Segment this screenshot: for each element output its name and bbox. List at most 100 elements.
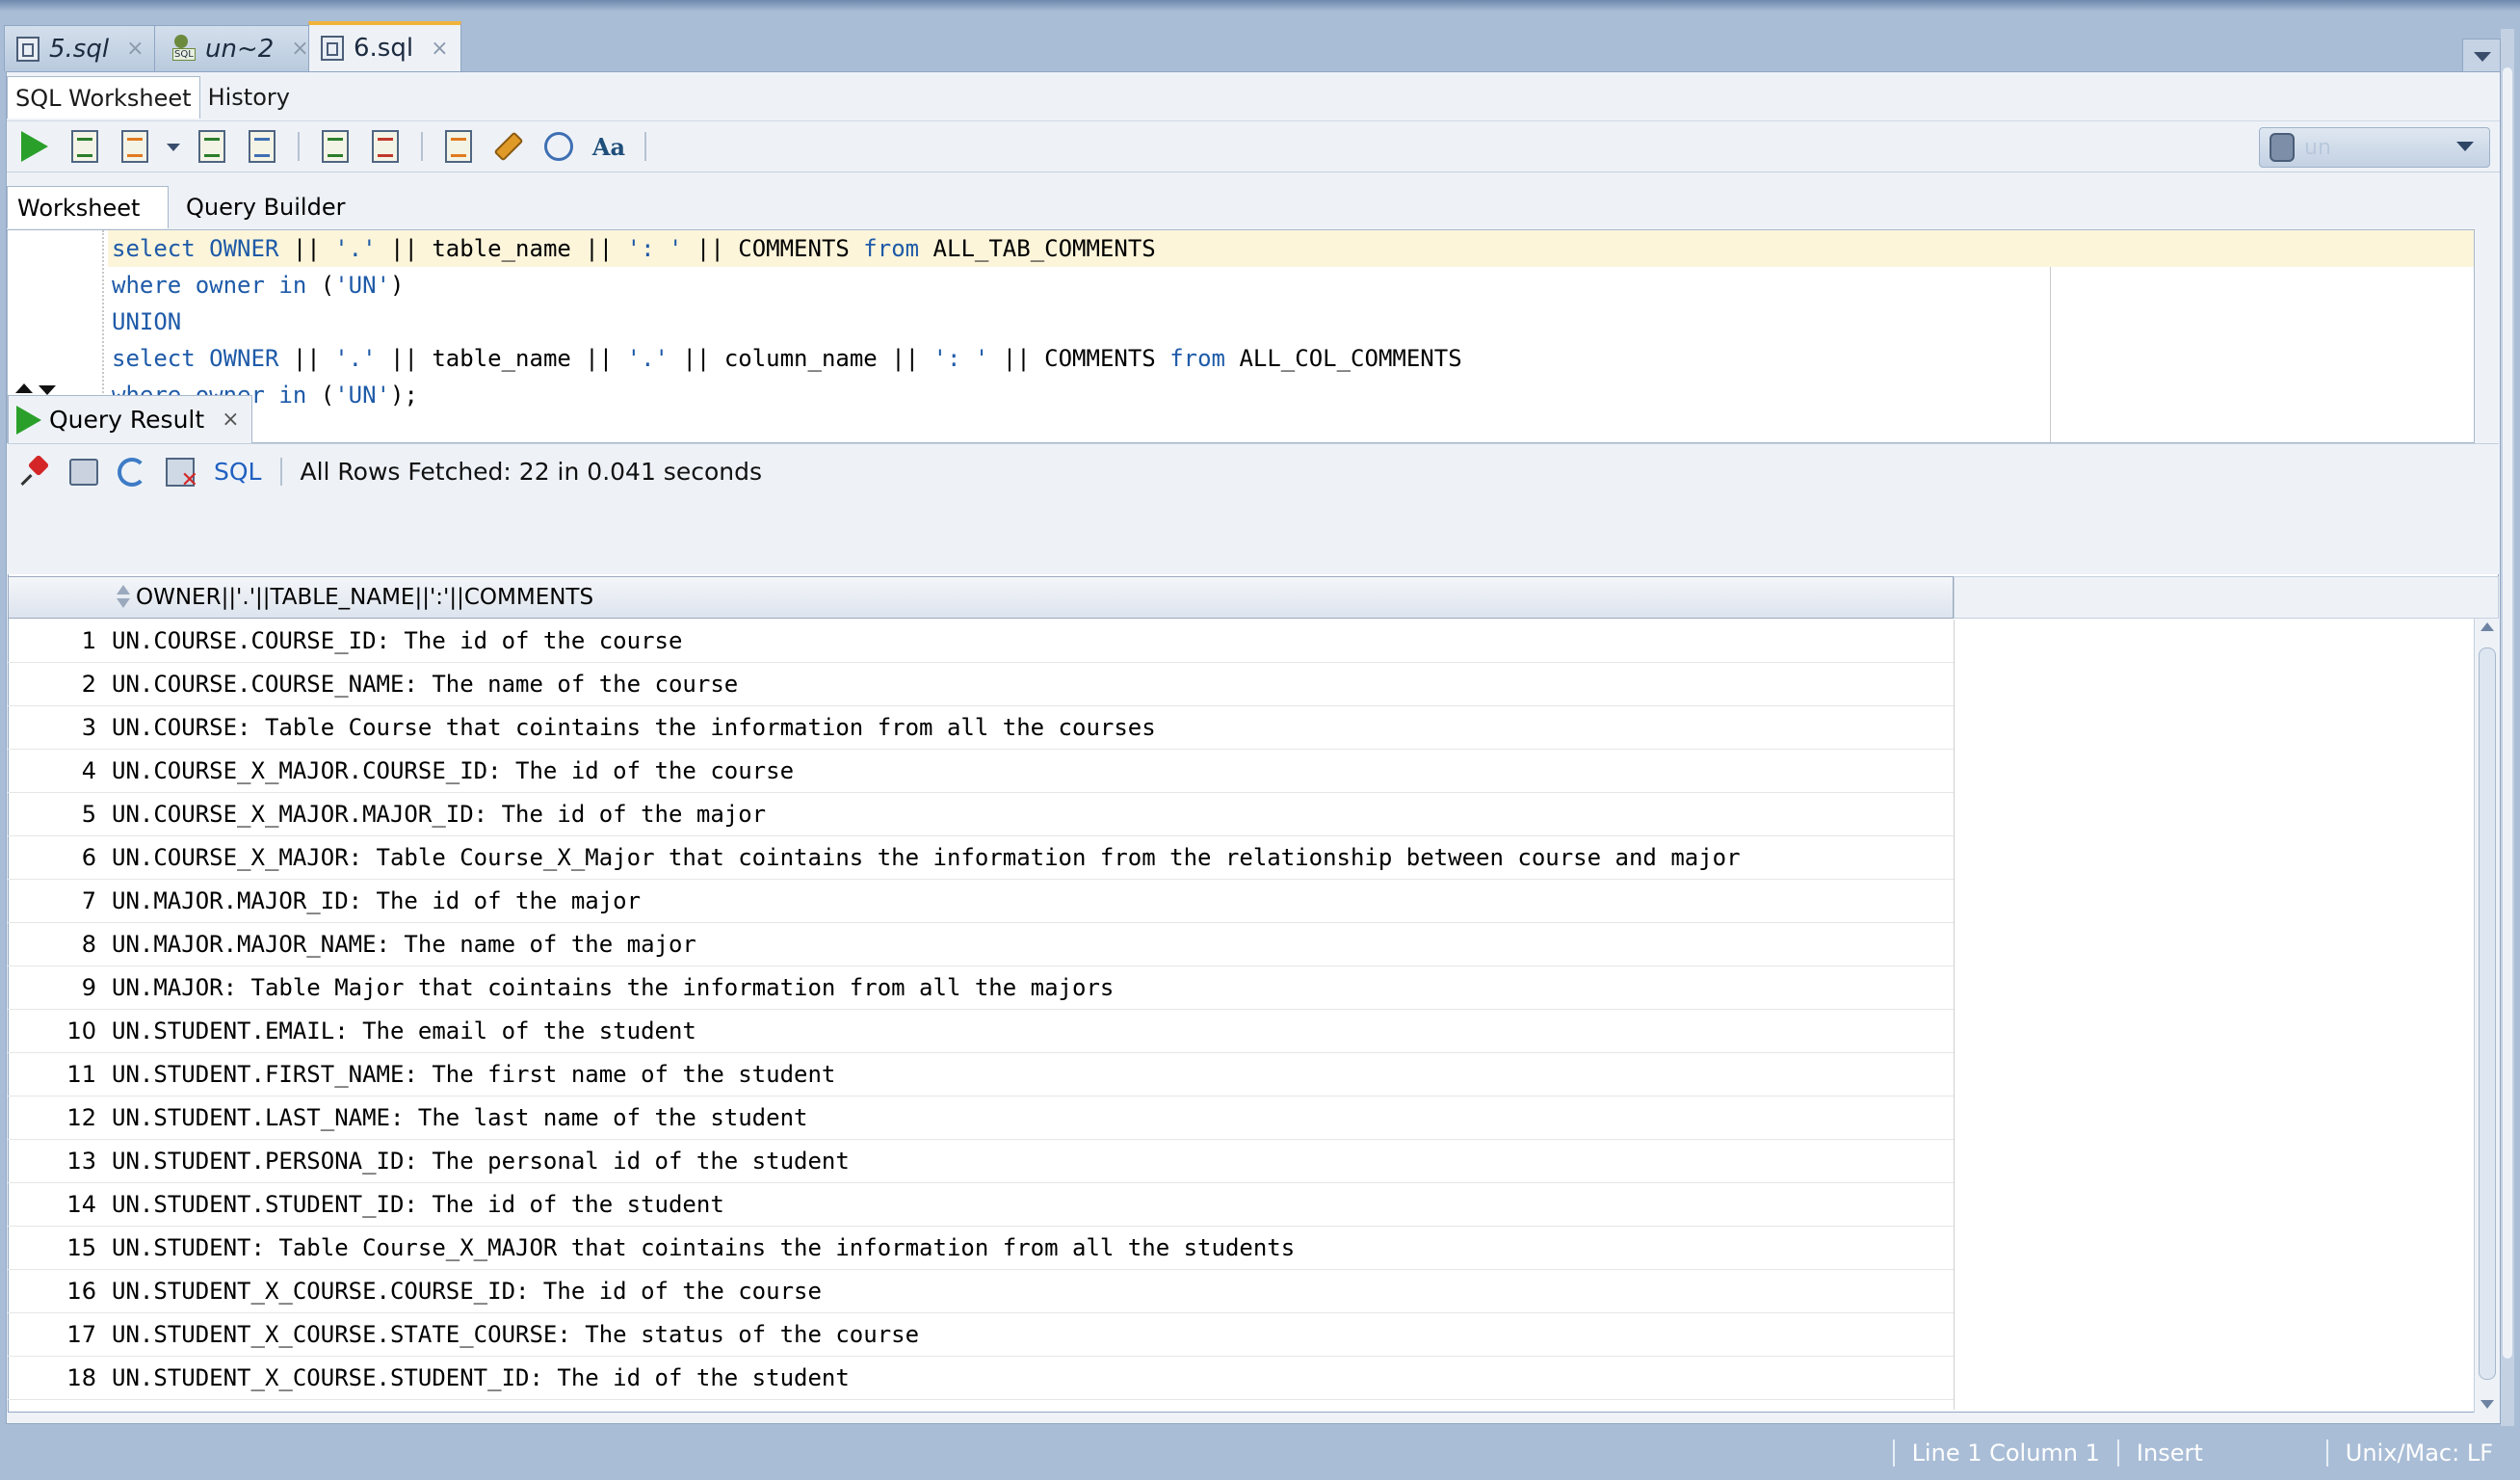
code-line[interactable]: UNION	[108, 304, 2474, 340]
run-script-icon[interactable]	[66, 128, 103, 165]
row-number: 17	[66, 1321, 96, 1348]
table-row[interactable]: 15 UN.STUDENT: Table Course_X_MAJOR that …	[8, 1227, 1954, 1270]
scroll-thumb[interactable]	[2503, 67, 2512, 1359]
table-cell[interactable]: UN.COURSE.COURSE_NAME: The name of the c…	[102, 671, 738, 698]
table-cell[interactable]: UN.COURSE_X_MAJOR.COURSE_ID: The id of t…	[102, 757, 794, 784]
scroll-up-icon[interactable]	[2481, 622, 2494, 631]
connection-selector[interactable]: un	[2259, 127, 2490, 168]
rollback-icon[interactable]	[367, 128, 404, 165]
refresh-icon[interactable]	[118, 457, 146, 487]
tab-sql-worksheet[interactable]: SQL Worksheet	[7, 76, 200, 119]
table-row[interactable]: 14 UN.STUDENT.STUDENT_ID: The id of the s…	[8, 1183, 1954, 1227]
column-header[interactable]: OWNER||'.'||TABLE_NAME||':'||COMMENTS	[8, 576, 1954, 619]
table-cell[interactable]: UN.COURSE.COURSE_ID: The id of the cours…	[102, 627, 682, 654]
code-token: ALL_COL_COMMENTS	[1225, 345, 1462, 372]
row-number: 11	[66, 1061, 96, 1088]
table-row[interactable]: 18 UN.STUDENT_X_COURSE.STUDENT_ID: The id…	[8, 1357, 1954, 1400]
doc-tab-un-2[interactable]: un~2 ×	[154, 25, 322, 71]
window-top-band	[0, 0, 2520, 12]
table-cell[interactable]: UN.STUDENT.LAST_NAME: The last name of t…	[102, 1104, 807, 1131]
table-row[interactable]: 5 UN.COURSE_X_MAJOR.MAJOR_ID: The id of t…	[8, 793, 1954, 836]
grid-vertical-scrollbar[interactable]	[2474, 619, 2499, 1413]
table-row[interactable]: 6 UN.COURSE_X_MAJOR: Table Course_X_Major…	[8, 836, 1954, 880]
table-cell[interactable]: UN.COURSE: Table Course that cointains t…	[102, 714, 1156, 741]
table-row[interactable]: 8 UN.MAJOR.MAJOR_NAME: The name of the ma…	[8, 923, 1954, 966]
table-row[interactable]: 9 UN.MAJOR: Table Major that cointains th…	[8, 966, 1954, 1010]
table-row[interactable]: 16 UN.STUDENT_X_COURSE.COURSE_ID: The id …	[8, 1270, 1954, 1313]
table-cell[interactable]: UN.MAJOR.MAJOR_NAME: The name of the maj…	[102, 931, 696, 958]
status-bar: Line 1 Column 1 Insert Unix/Mac: LF	[0, 1426, 2520, 1480]
table-cell[interactable]: UN.STUDENT.EMAIL: The email of the stude…	[102, 1018, 696, 1044]
table-row[interactable]: 7 UN.MAJOR.MAJOR_ID: The id of the major	[8, 880, 1954, 923]
tab-query-result[interactable]: Query Result ×	[8, 395, 252, 443]
collapse-down-icon[interactable]	[39, 385, 56, 395]
connection-value: un	[2304, 135, 2331, 160]
table-row[interactable]: 3 UN.COURSE: Table Course that cointains …	[8, 706, 1954, 750]
pane-splitter[interactable]	[6, 382, 2499, 395]
pin-icon[interactable]	[21, 458, 50, 487]
print-icon[interactable]	[69, 458, 98, 486]
table-row[interactable]: 12 UN.STUDENT.LAST_NAME: The last name of…	[8, 1097, 1954, 1140]
table-cell[interactable]: UN.MAJOR: Table Major that cointains the…	[102, 974, 1114, 1001]
scroll-down-icon[interactable]	[2481, 1400, 2494, 1409]
code-line[interactable]: where owner in ('UN')	[108, 267, 2474, 304]
close-icon[interactable]: ×	[222, 408, 239, 432]
chevron-down-icon[interactable]	[167, 143, 180, 158]
table-cell[interactable]: UN.STUDENT_X_COURSE.STATE_COURSE: The st…	[102, 1321, 919, 1348]
explain-plan-icon[interactable]	[194, 128, 230, 165]
tab-history[interactable]: History	[200, 76, 298, 119]
table-row[interactable]: 10 UN.STUDENT.EMAIL: The email of the stu…	[8, 1010, 1954, 1053]
collapse-up-icon[interactable]	[15, 383, 33, 393]
table-row[interactable]: 4 UN.COURSE_X_MAJOR.COURSE_ID: The id of …	[8, 750, 1954, 793]
code-token: '.'	[626, 345, 669, 372]
window-scrollbar[interactable]	[2501, 29, 2514, 1426]
sql-tuning-icon[interactable]	[244, 128, 280, 165]
table-row[interactable]: 1 UN.COURSE.COURSE_ID: The id of the cour…	[8, 620, 1954, 663]
table-cell[interactable]: UN.COURSE_X_MAJOR.MAJOR_ID: The id of th…	[102, 801, 766, 828]
close-icon[interactable]: ×	[431, 37, 448, 61]
code-line[interactable]: select OWNER || '.' || table_name || ': …	[108, 230, 2474, 267]
table-row[interactable]: 13 UN.STUDENT.PERSONA_ID: The personal id…	[8, 1140, 1954, 1183]
code-token: || column_name ||	[669, 345, 933, 372]
table-cell[interactable]: UN.STUDENT_X_COURSE.COURSE_ID: The id of…	[102, 1278, 822, 1305]
table-cell[interactable]: UN.STUDENT_X_COURSE.STUDENT_ID: The id o…	[102, 1364, 850, 1391]
sql-editor[interactable]: select OWNER || '.' || table_name || ': …	[7, 229, 2475, 443]
clear-icon[interactable]	[490, 128, 527, 165]
tab-worksheet[interactable]: Worksheet	[7, 186, 169, 228]
sql-link[interactable]: SQL	[214, 458, 261, 486]
table-row[interactable]: 2 UN.COURSE.COURSE_NAME: The name of the …	[8, 663, 1954, 706]
table-cell[interactable]: UN.STUDENT.STUDENT_ID: The id of the stu…	[102, 1191, 724, 1218]
tab-list-dropdown[interactable]	[2462, 39, 2501, 73]
table-cell[interactable]: UN.COURSE_X_MAJOR: Table Course_X_Major …	[102, 844, 1741, 871]
run-statement-icon[interactable]	[16, 128, 53, 165]
toolbar-separator	[298, 132, 300, 161]
close-icon[interactable]: ×	[291, 37, 308, 61]
row-number: 10	[66, 1018, 96, 1044]
tab-query-builder[interactable]: Query Builder	[169, 186, 354, 228]
row-number: 9	[81, 974, 96, 1001]
close-icon[interactable]: ×	[126, 37, 144, 61]
doc-tab-5-sql[interactable]: 5.sql ×	[4, 25, 157, 71]
table-row[interactable]: 17 UN.STUDENT_X_COURSE.STATE_COURSE: The …	[8, 1313, 1954, 1357]
table-cell[interactable]: UN.STUDENT.PERSONA_ID: The personal id o…	[102, 1148, 850, 1175]
doc-tab-6-sql[interactable]: 6.sql ×	[308, 21, 461, 71]
doc-tab-label: 6.sql	[354, 34, 414, 63]
history-icon[interactable]	[540, 128, 577, 165]
row-number: 18	[66, 1364, 96, 1391]
code-token: in	[278, 272, 307, 299]
unshared-sql-icon[interactable]	[440, 128, 477, 165]
code-line[interactable]: select OWNER || '.' || table_name || '.'…	[108, 340, 2474, 377]
commit-icon[interactable]	[317, 128, 354, 165]
scroll-thumb[interactable]	[2479, 648, 2496, 1380]
header-filler	[1954, 576, 2499, 619]
cancel-fetch-icon[interactable]	[166, 457, 198, 492]
sort-icon[interactable]	[117, 585, 130, 610]
format-icon[interactable]: Aa	[591, 128, 627, 165]
table-cell[interactable]: UN.STUDENT.FIRST_NAME: The first name of…	[102, 1061, 835, 1088]
autotrace-icon[interactable]	[117, 128, 153, 165]
table-row[interactable]: 11 UN.STUDENT.FIRST_NAME: The first name …	[8, 1053, 1954, 1097]
row-number: 2	[81, 671, 96, 698]
table-cell[interactable]: UN.STUDENT: Table Course_X_MAJOR that co…	[102, 1234, 1295, 1261]
table-cell[interactable]: UN.MAJOR.MAJOR_ID: The id of the major	[102, 887, 641, 914]
